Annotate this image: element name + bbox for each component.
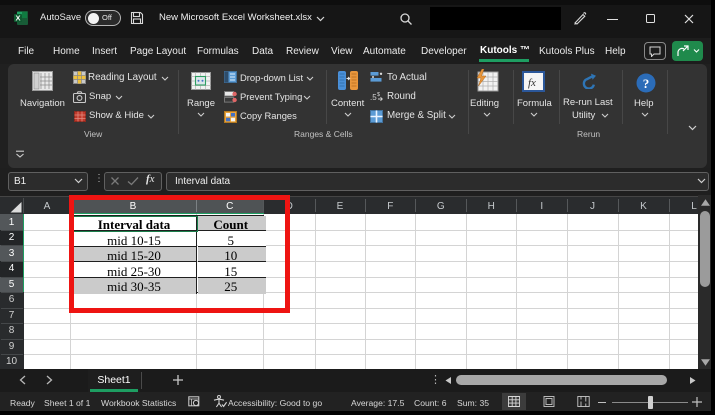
svg-text:X: X [15,14,20,23]
svg-text:fx: fx [528,77,536,89]
svg-text:?: ? [643,76,650,91]
svg-text:$: $ [377,92,380,98]
